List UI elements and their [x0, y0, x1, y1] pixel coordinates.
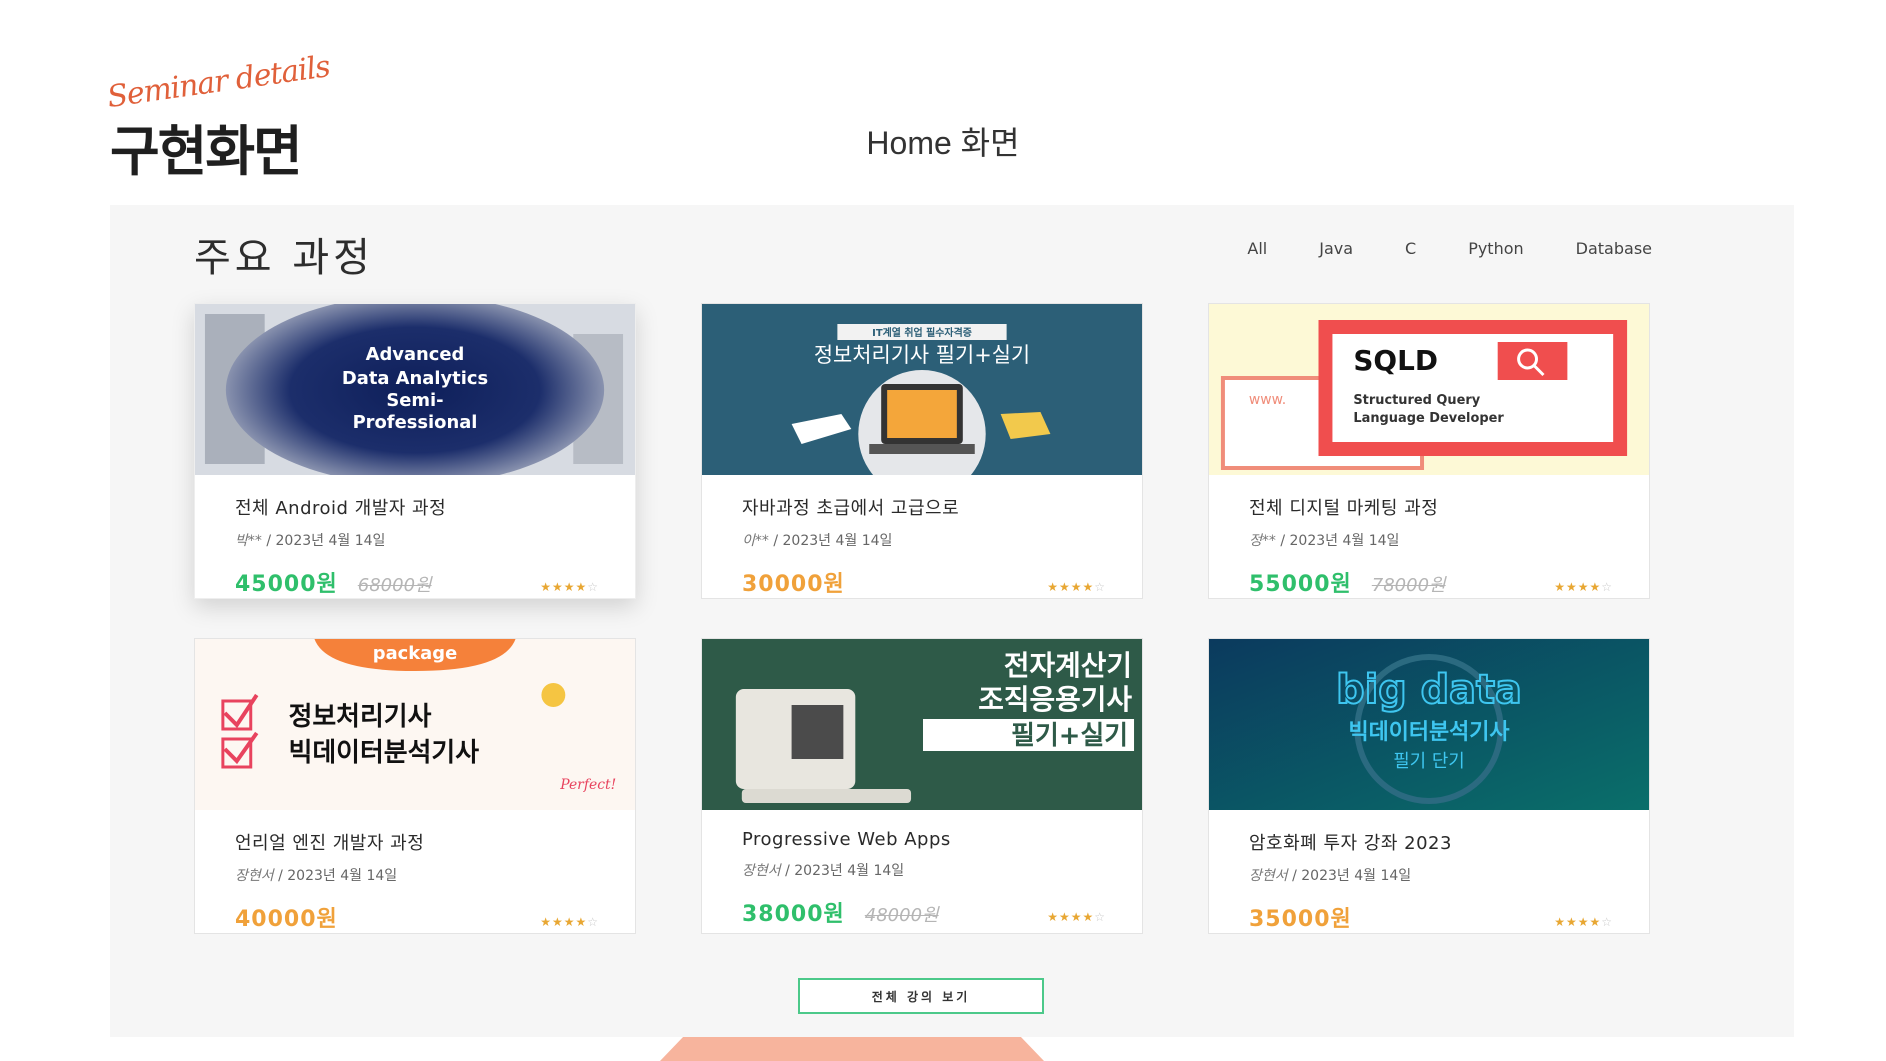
thumb-text: 정보처리기사 — [289, 702, 432, 732]
thumb-text: Structured Query — [1353, 393, 1480, 408]
course-author: 장현서 — [1249, 868, 1288, 884]
rating-filled: ★★★★ — [1047, 910, 1095, 924]
course-card[interactable]: Advanced Data Analytics Semi- Profession… — [194, 303, 636, 599]
course-title[interactable]: 전체 Android 개발자 과정 — [235, 494, 599, 520]
course-date: / 2023년 4월 14일 — [773, 533, 893, 549]
course-original-price: 68000원 — [357, 575, 432, 596]
rating-filled: ★★★★ — [540, 580, 588, 594]
rating-empty: ☆ — [587, 580, 599, 594]
rating-stars: ★★★★☆ — [1047, 580, 1106, 594]
course-card[interactable]: package 정보처리기사 빅데이터분석기사 Perfect! 언리얼 엔진 … — [194, 638, 636, 934]
course-price: 45000원 — [235, 572, 338, 597]
category-filters: All Java C Python Database — [1221, 239, 1652, 258]
thumb-badge: IT계열 취업 필수자격증 — [872, 326, 972, 339]
rating-stars: ★★★★☆ — [540, 580, 599, 594]
rating-filled: ★★★★ — [540, 915, 588, 929]
thumb-text: 전자계산기 — [1004, 649, 1132, 682]
course-thumbnail[interactable]: IT계열 취업 필수자격증 정보처리기사 필기+실기 — [702, 304, 1142, 475]
course-card[interactable]: www. .net SQLD Structured Query Language… — [1208, 303, 1650, 599]
course-thumbnail[interactable]: Advanced Data Analytics Semi- Profession… — [195, 304, 635, 475]
rating-stars: ★★★★☆ — [1047, 910, 1106, 924]
course-price: 30000원 — [742, 572, 845, 597]
rating-filled: ★★★★ — [1554, 915, 1602, 929]
course-author: 장현서 — [742, 863, 781, 879]
thumb-text: big data — [1336, 667, 1522, 713]
view-all-courses-button[interactable]: 전체 강의 보기 — [798, 978, 1044, 1014]
course-thumbnail[interactable]: www. .net SQLD Structured Query Language… — [1209, 304, 1649, 475]
course-title[interactable]: 전체 디지털 마케팅 과정 — [1249, 494, 1613, 520]
course-date: / 2023년 4월 14일 — [266, 533, 386, 549]
thumb-text: Advanced — [366, 344, 465, 365]
course-original-price: 78000원 — [1371, 575, 1446, 596]
rating-stars: ★★★★☆ — [540, 915, 599, 929]
filter-all[interactable]: All — [1221, 239, 1293, 258]
course-card[interactable]: 전자계산기 조직응용기사 필기+실기 Progressive Web Apps … — [701, 638, 1143, 934]
course-title[interactable]: 자바과정 초급에서 고급으로 — [742, 494, 1106, 520]
thumb-text: 조직응용기사 — [978, 683, 1132, 716]
screen-title: Home 화면 — [866, 125, 1020, 161]
course-original-price: 48000원 — [864, 905, 939, 926]
course-date: / 2023년 4월 14일 — [1292, 868, 1412, 884]
filter-database[interactable]: Database — [1550, 239, 1652, 258]
thumb-badge: package — [373, 643, 457, 664]
thumb-text: 필기 단기 — [1393, 751, 1465, 772]
course-author: 정** — [1249, 533, 1276, 549]
rating-empty: ☆ — [587, 915, 599, 929]
decorative-shape — [660, 1037, 1044, 1061]
brand-script: Seminar details — [105, 49, 332, 116]
rating-empty: ☆ — [1601, 915, 1613, 929]
course-author: 박** — [235, 533, 262, 549]
course-title[interactable]: 언리얼 엔진 개발자 과정 — [235, 829, 599, 855]
home-panel: 주요 과정 All Java C Python Database Advance… — [110, 205, 1794, 1037]
course-author: 장현서 — [235, 868, 274, 884]
course-thumbnail[interactable]: 전자계산기 조직응용기사 필기+실기 — [702, 639, 1142, 810]
course-price: 35000원 — [1249, 907, 1352, 932]
thumb-text: www. — [1249, 392, 1286, 408]
course-price: 55000원 — [1249, 572, 1352, 597]
thumb-text: Semi- — [386, 390, 443, 411]
rating-empty: ☆ — [1094, 580, 1106, 594]
course-title[interactable]: Progressive Web Apps — [742, 829, 1106, 850]
course-thumbnail[interactable]: big data 빅데이터분석기사 필기 단기 — [1209, 639, 1649, 810]
course-date: / 2023년 4월 14일 — [278, 868, 398, 884]
rating-stars: ★★★★☆ — [1554, 915, 1613, 929]
thumb-text: 정보처리기사 필기+실기 — [814, 343, 1030, 367]
course-price: 38000원 — [742, 902, 845, 927]
course-title[interactable]: 암호화폐 투자 강좌 2023 — [1249, 829, 1613, 855]
course-author: 이** — [742, 533, 769, 549]
thumb-text: Language Developer — [1353, 411, 1504, 426]
course-card[interactable]: big data 빅데이터분석기사 필기 단기 암호화폐 투자 강좌 2023 … — [1208, 638, 1650, 934]
rating-filled: ★★★★ — [1047, 580, 1095, 594]
rating-stars: ★★★★☆ — [1554, 580, 1613, 594]
course-date: / 2023년 4월 14일 — [785, 863, 905, 879]
rating-empty: ☆ — [1601, 580, 1613, 594]
section-title: 주요 과정 — [194, 235, 374, 281]
rating-filled: ★★★★ — [1554, 580, 1602, 594]
course-card[interactable]: IT계열 취업 필수자격증 정보처리기사 필기+실기 자바과정 초급에서 고급으… — [701, 303, 1143, 599]
rating-empty: ☆ — [1094, 910, 1106, 924]
thumb-text: Data Analytics — [342, 368, 488, 389]
filter-python[interactable]: Python — [1442, 239, 1549, 258]
course-price: 40000원 — [235, 907, 338, 932]
thumb-text: 필기+실기 — [1011, 721, 1128, 751]
course-date: / 2023년 4월 14일 — [1280, 533, 1400, 549]
thumb-text: Professional — [353, 412, 478, 433]
course-thumbnail[interactable]: package 정보처리기사 빅데이터분석기사 Perfect! — [195, 639, 635, 810]
thumb-text: 빅데이터분석기사 — [1348, 720, 1509, 745]
thumb-text: 빅데이터분석기사 — [289, 738, 480, 768]
thumb-text: Perfect! — [559, 777, 616, 793]
thumb-text: SQLD — [1353, 344, 1438, 377]
filter-java[interactable]: Java — [1293, 239, 1379, 258]
filter-c[interactable]: C — [1379, 239, 1442, 258]
